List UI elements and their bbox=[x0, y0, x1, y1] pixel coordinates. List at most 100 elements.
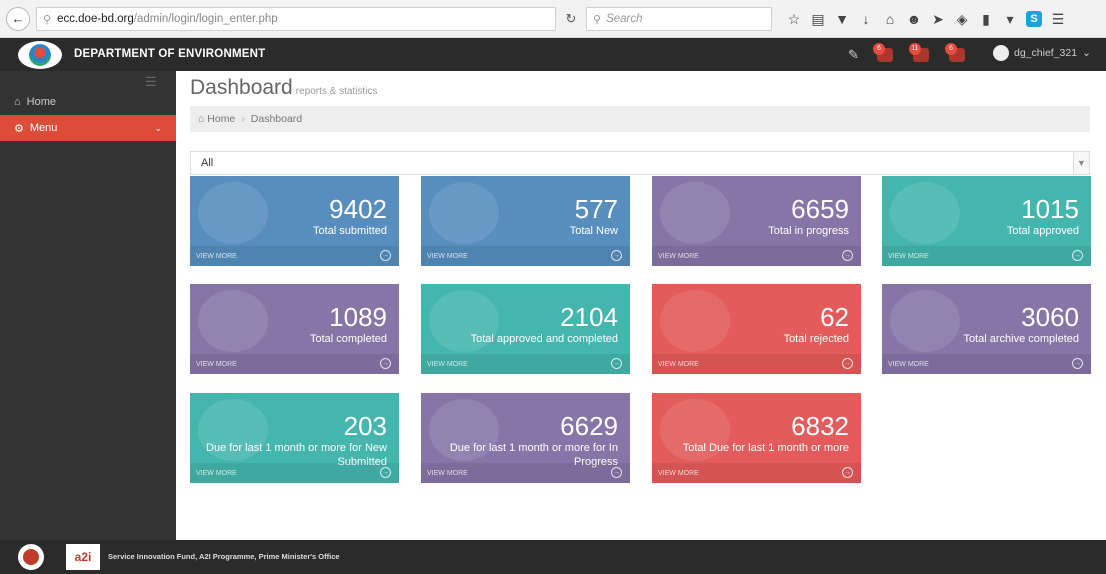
tile-label: Total submitted bbox=[313, 225, 387, 237]
view-more-label: VIEW MORE bbox=[888, 252, 929, 260]
stat-tile-total-approved[interactable]: 1015 Total approved VIEW MORE → bbox=[882, 176, 1091, 266]
government-seal-logo bbox=[18, 544, 44, 570]
view-more-label: VIEW MORE bbox=[427, 252, 468, 260]
stat-tile-total-completed[interactable]: 1089 Total completed VIEW MORE → bbox=[190, 284, 399, 374]
tile-value: 62 bbox=[820, 302, 849, 332]
sidebar-item-home[interactable]: ⌂ Home bbox=[0, 89, 176, 115]
extension-icon[interactable]: ◈ bbox=[950, 11, 974, 28]
tile-value: 577 bbox=[574, 194, 618, 224]
breadcrumb-home-link[interactable]: Home bbox=[207, 113, 235, 125]
sidebar-item-menu[interactable]: ⚙ Menu ⌄ bbox=[0, 115, 176, 141]
tile-value: 203 bbox=[343, 411, 387, 441]
tile-value: 6832 bbox=[791, 411, 849, 441]
tasks-badge: 6 bbox=[944, 42, 957, 55]
reading-list-icon[interactable]: ▤ bbox=[806, 11, 830, 28]
view-more-link[interactable]: VIEW MORE → bbox=[882, 246, 1091, 266]
stat-tile-total-rejected[interactable]: 62 Total rejected VIEW MORE → bbox=[652, 284, 861, 374]
view-more-link[interactable]: VIEW MORE → bbox=[652, 354, 861, 374]
sidebar-toggle-icon[interactable]: ☰ bbox=[145, 74, 157, 90]
tile-value: 2104 bbox=[560, 302, 618, 332]
home-icon: ⌂ bbox=[14, 96, 21, 108]
a2i-logo: a2i bbox=[66, 544, 100, 570]
view-more-link[interactable]: VIEW MORE → bbox=[190, 354, 399, 374]
view-more-label: VIEW MORE bbox=[888, 360, 929, 368]
header-actions: ✎ 6 11 6 bbox=[848, 42, 967, 67]
chevron-down-icon[interactable]: ▼ bbox=[1073, 152, 1089, 174]
breadcrumb-current: Dashboard bbox=[250, 113, 303, 125]
search-icon: ⚲ bbox=[593, 13, 602, 26]
arrow-circle-right-icon: → bbox=[1072, 250, 1083, 261]
arrow-circle-right-icon: → bbox=[611, 358, 622, 369]
stat-tile-total-submitted[interactable]: 9402 Total submitted VIEW MORE → bbox=[190, 176, 399, 266]
browser-search-input[interactable]: ⚲ Search bbox=[586, 7, 772, 31]
view-more-label: VIEW MORE bbox=[196, 360, 237, 368]
menu-icon[interactable]: ☰ bbox=[1046, 11, 1070, 28]
send-icon[interactable]: ➤ bbox=[926, 11, 950, 28]
username: dg_chief_321 bbox=[1014, 47, 1078, 59]
sidebar-item-label: Home bbox=[26, 96, 56, 108]
tasks-button[interactable]: 6 bbox=[944, 42, 967, 66]
tile-value: 9402 bbox=[329, 194, 387, 224]
stat-tile-total-approved-and-completed[interactable]: 2104 Total approved and completed VIEW M… bbox=[421, 284, 630, 374]
notification-badge: 6 bbox=[872, 42, 885, 55]
arrow-circle-right-icon: → bbox=[380, 250, 391, 261]
battery-icon[interactable]: ▮ bbox=[974, 11, 998, 28]
skype-icon[interactable]: S bbox=[1026, 11, 1042, 27]
stat-tile-due-new-submitted[interactable]: 203 Due for last 1 month or more for New… bbox=[190, 393, 399, 483]
notification-button[interactable]: 6 bbox=[872, 42, 895, 66]
reload-icon: ↻ bbox=[565, 11, 577, 26]
page-title-text: Dashboard bbox=[190, 76, 293, 99]
breadcrumb: ⌂ Home › Dashboard bbox=[190, 106, 1090, 132]
url-path: /admin/login/login_enter.php bbox=[133, 13, 278, 25]
stat-tile-due-in-progress[interactable]: 6629 Due for last 1 month or more for In… bbox=[421, 393, 630, 483]
arrow-circle-right-icon: → bbox=[380, 358, 391, 369]
messages-button[interactable]: 11 bbox=[908, 42, 931, 66]
view-more-label: VIEW MORE bbox=[658, 252, 699, 260]
address-bar[interactable]: ⚲ ecc.doe-bd.org/admin/login/login_enter… bbox=[36, 7, 556, 31]
stat-tile-total-in-progress[interactable]: 6659 Total in progress VIEW MORE → bbox=[652, 176, 861, 266]
pencil-icon[interactable]: ✎ bbox=[848, 47, 859, 63]
download-icon[interactable]: ↓ bbox=[854, 11, 878, 27]
back-arrow-icon: ← bbox=[11, 11, 25, 26]
home-icon[interactable]: ⌂ bbox=[878, 11, 902, 27]
stat-tile-total-new[interactable]: 577 Total New VIEW MORE → bbox=[421, 176, 630, 266]
tile-label: Total New bbox=[569, 225, 618, 237]
view-more-link[interactable]: VIEW MORE → bbox=[652, 463, 861, 483]
page-subtitle: reports & statistics bbox=[295, 86, 378, 97]
page-footer: a2i Service Innovation Fund, A2I Program… bbox=[0, 540, 1106, 574]
view-more-link[interactable]: VIEW MORE → bbox=[190, 463, 399, 483]
star-icon[interactable]: ☆ bbox=[782, 11, 806, 28]
browser-toolbar-icons: ☆ ▤ ▼ ↓ ⌂ ☻ ➤ ◈ ▮ ▾ S ☰ bbox=[782, 7, 1070, 31]
dropdown-icon[interactable]: ▾ bbox=[998, 11, 1022, 28]
arrow-circle-right-icon: → bbox=[380, 467, 391, 478]
view-more-link[interactable]: VIEW MORE → bbox=[882, 354, 1091, 374]
avatar bbox=[993, 45, 1009, 61]
emoji-icon[interactable]: ☻ bbox=[902, 11, 926, 27]
stat-tile-total-due[interactable]: 6832 Total Due for last 1 month or more … bbox=[652, 393, 861, 483]
doe-logo[interactable] bbox=[18, 41, 62, 69]
view-more-link[interactable]: VIEW MORE → bbox=[421, 463, 630, 483]
tile-value: 6629 bbox=[560, 411, 618, 441]
filter-selected-value: All bbox=[201, 157, 214, 169]
status-filter-select[interactable]: All ▼ bbox=[190, 151, 1090, 175]
browser-toolbar: ← ⚲ ecc.doe-bd.org/admin/login/login_ent… bbox=[0, 0, 1106, 38]
reload-button[interactable]: ↻ bbox=[558, 7, 584, 31]
view-more-link[interactable]: VIEW MORE → bbox=[652, 246, 861, 266]
view-more-link[interactable]: VIEW MORE → bbox=[190, 246, 399, 266]
messages-badge: 11 bbox=[908, 42, 921, 55]
back-button[interactable]: ← bbox=[6, 6, 30, 31]
view-more-link[interactable]: VIEW MORE → bbox=[421, 246, 630, 266]
breadcrumb-separator-icon: › bbox=[241, 113, 245, 125]
view-more-link[interactable]: VIEW MORE → bbox=[421, 354, 630, 374]
arrow-circle-right-icon: → bbox=[842, 250, 853, 261]
stat-tile-total-archive-completed[interactable]: 3060 Total archive completed VIEW MORE → bbox=[882, 284, 1091, 374]
sidebar: ☰ ⌂ Home ⚙ Menu ⌄ bbox=[0, 71, 176, 540]
pocket-icon[interactable]: ▼ bbox=[830, 11, 854, 27]
site-info-icon[interactable]: ⚲ bbox=[43, 13, 51, 26]
tile-label: Total Due for last 1 month or more bbox=[682, 442, 849, 454]
user-menu[interactable]: dg_chief_321 ⌄ bbox=[993, 45, 1091, 61]
flower-logo-icon bbox=[29, 44, 51, 66]
tile-label: Total in progress bbox=[768, 225, 849, 237]
tile-label: Total rejected bbox=[783, 333, 849, 345]
tile-label: Total approved bbox=[1006, 225, 1079, 237]
